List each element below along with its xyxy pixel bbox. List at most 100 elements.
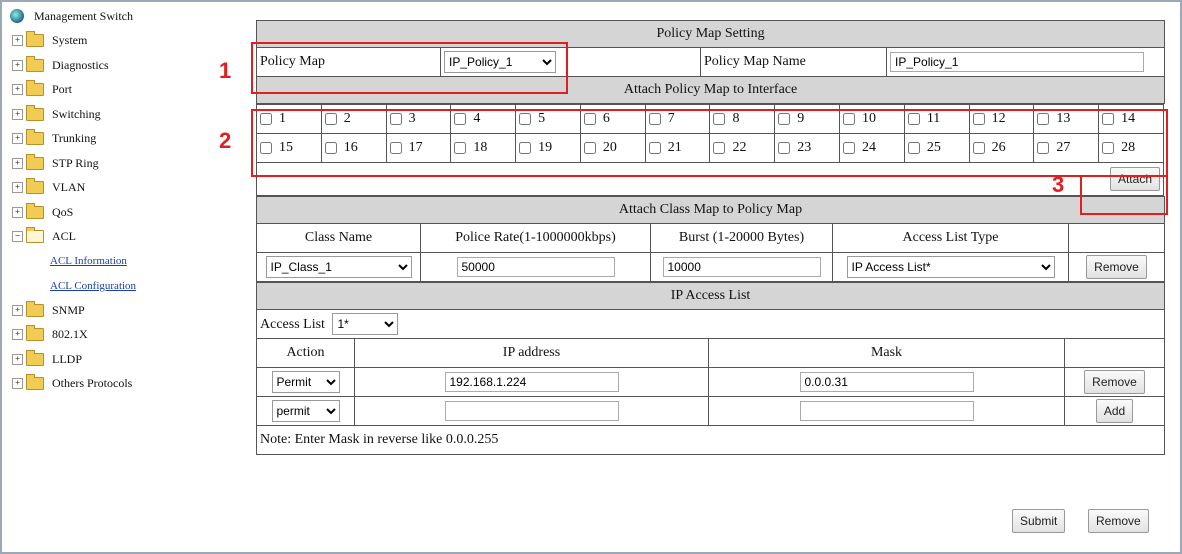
marker-1: 1: [219, 58, 232, 83]
access-list-select[interactable]: 1*: [332, 313, 399, 335]
mask-note: Note: Enter Mask in reverse like 0.0.0.2…: [255, 425, 1166, 455]
expand-icon[interactable]: +: [12, 329, 23, 341]
port-checkbox-28[interactable]: [1102, 142, 1115, 154]
mask-input[interactable]: [799, 372, 974, 392]
sidebar-item-port[interactable]: + Port: [4, 78, 240, 103]
expand-icon[interactable]: +: [12, 84, 23, 96]
port-checkbox-19[interactable]: [519, 142, 532, 154]
new-action-select[interactable]: permit: [271, 400, 340, 422]
port-checkbox-6[interactable]: [583, 113, 596, 125]
ip-address-input[interactable]: [444, 372, 619, 392]
port-checkbox-24[interactable]: [843, 142, 856, 154]
policy-map-name-label: Policy Map Name: [700, 47, 887, 77]
port-label: 25: [926, 140, 941, 155]
expand-icon[interactable]: +: [12, 353, 23, 365]
marker-3: 3: [1052, 172, 1065, 197]
sidebar-item-trunking[interactable]: + Trunking: [4, 127, 240, 152]
expand-icon[interactable]: +: [12, 35, 23, 47]
port-checkbox-26[interactable]: [972, 142, 985, 154]
sidebar-item-acl-configuration[interactable]: ACL Configuration: [4, 274, 240, 299]
port-checkbox-9[interactable]: [778, 113, 791, 125]
ip-access-list-header: IP Access List: [255, 282, 1166, 310]
action-select[interactable]: Permit: [271, 371, 340, 393]
port-checkbox-11[interactable]: [907, 113, 920, 125]
footer-remove-button[interactable]: Remove: [1088, 509, 1149, 533]
sidebar-item-diagnostics[interactable]: + Diagnostics: [4, 53, 240, 78]
main-panel: Policy Map Setting Policy Map IP_Policy_…: [255, 20, 1166, 485]
port-checkbox-16[interactable]: [324, 142, 337, 154]
expand-icon[interactable]: +: [12, 108, 23, 120]
port-checkbox-23[interactable]: [778, 142, 791, 154]
sidebar-item-switching[interactable]: + Switching: [4, 102, 240, 127]
sidebar-item-lldp[interactable]: + LLDP: [4, 347, 240, 372]
sidebar-item-snmp[interactable]: + SNMP: [4, 298, 240, 323]
port-checkbox-18[interactable]: [454, 142, 467, 154]
port-checkbox-25[interactable]: [907, 142, 920, 154]
port-label: 4: [473, 111, 481, 126]
expand-icon[interactable]: +: [12, 157, 23, 169]
port-checkbox-21[interactable]: [648, 142, 661, 154]
port-checkbox-10[interactable]: [843, 113, 856, 125]
port-checkbox-15[interactable]: [260, 142, 272, 154]
port-checkbox-20[interactable]: [583, 142, 596, 154]
submit-button[interactable]: Submit: [1012, 509, 1066, 533]
sidebar-item-system[interactable]: + System: [4, 29, 240, 54]
port-checkbox-7[interactable]: [648, 113, 661, 125]
folder-icon: [26, 300, 44, 317]
expand-icon[interactable]: +: [12, 206, 23, 218]
sidebar-item-8021x[interactable]: +802.1X: [4, 323, 240, 348]
expand-icon[interactable]: +: [12, 378, 23, 390]
port-checkbox-12[interactable]: [972, 113, 985, 125]
access-list-type-select[interactable]: IP Access List*: [846, 256, 1055, 278]
rule-add-button[interactable]: Add: [1095, 399, 1134, 423]
folder-icon: [26, 104, 44, 121]
port-checkbox-2[interactable]: [324, 113, 337, 125]
port-checkbox-3[interactable]: [389, 113, 402, 125]
sidebar-item-qos[interactable]: + QoS: [4, 200, 240, 225]
sidebar-link-acl-information[interactable]: ACL Information: [50, 255, 127, 267]
policy-map-name-input[interactable]: [890, 52, 1144, 72]
sidebar-item-acl-information[interactable]: ACL Information: [4, 249, 240, 274]
port-checkbox-1[interactable]: [260, 113, 272, 125]
port-label: 5: [538, 111, 546, 126]
port-checkbox-22[interactable]: [713, 142, 726, 154]
port-label: 7: [667, 111, 675, 126]
open-folder-icon: [26, 227, 44, 244]
port-checkbox-27[interactable]: [1037, 142, 1050, 154]
sidebar-item-vlan[interactable]: + VLAN: [4, 176, 240, 201]
sidebar-item-acl[interactable]: − ACL: [4, 225, 240, 250]
collapse-icon[interactable]: −: [12, 231, 23, 243]
sidebar-item-others-protocols[interactable]: + Others Protocols: [4, 372, 240, 397]
folder-icon: [26, 178, 44, 195]
class-name-select[interactable]: IP_Class_1: [265, 256, 412, 278]
port-checkbox-4[interactable]: [454, 113, 467, 125]
expand-icon[interactable]: +: [12, 182, 23, 194]
attach-button[interactable]: Attach: [1109, 167, 1160, 191]
port-label: 17: [408, 140, 423, 155]
port-label: 10: [862, 111, 877, 126]
new-ip-address-input[interactable]: [444, 401, 619, 421]
port-label: 2: [343, 111, 351, 126]
port-label: 27: [1056, 140, 1071, 155]
port-checkbox-14[interactable]: [1102, 113, 1115, 125]
folder-icon: [26, 374, 44, 391]
port-label: 19: [538, 140, 553, 155]
sidebar-item-stp-ring[interactable]: + STP Ring: [4, 151, 240, 176]
class-map-remove-button[interactable]: Remove: [1086, 255, 1147, 279]
expand-icon[interactable]: +: [12, 304, 23, 316]
port-label: 8: [732, 111, 740, 126]
port-checkbox-5[interactable]: [519, 113, 532, 125]
tree-root[interactable]: Management Switch: [4, 4, 240, 29]
expand-icon[interactable]: +: [12, 133, 23, 145]
port-checkbox-17[interactable]: [389, 142, 402, 154]
sidebar-link-acl-configuration[interactable]: ACL Configuration: [50, 280, 136, 292]
police-rate-input[interactable]: [456, 257, 615, 277]
sidebar-item-label: VLAN: [52, 180, 86, 195]
expand-icon[interactable]: +: [12, 59, 23, 71]
policy-map-select[interactable]: IP_Policy_1: [444, 51, 556, 73]
rule-remove-button[interactable]: Remove: [1084, 370, 1145, 394]
new-mask-input[interactable]: [799, 401, 974, 421]
port-checkbox-13[interactable]: [1037, 113, 1050, 125]
port-checkbox-8[interactable]: [713, 113, 726, 125]
burst-input[interactable]: [662, 257, 821, 277]
